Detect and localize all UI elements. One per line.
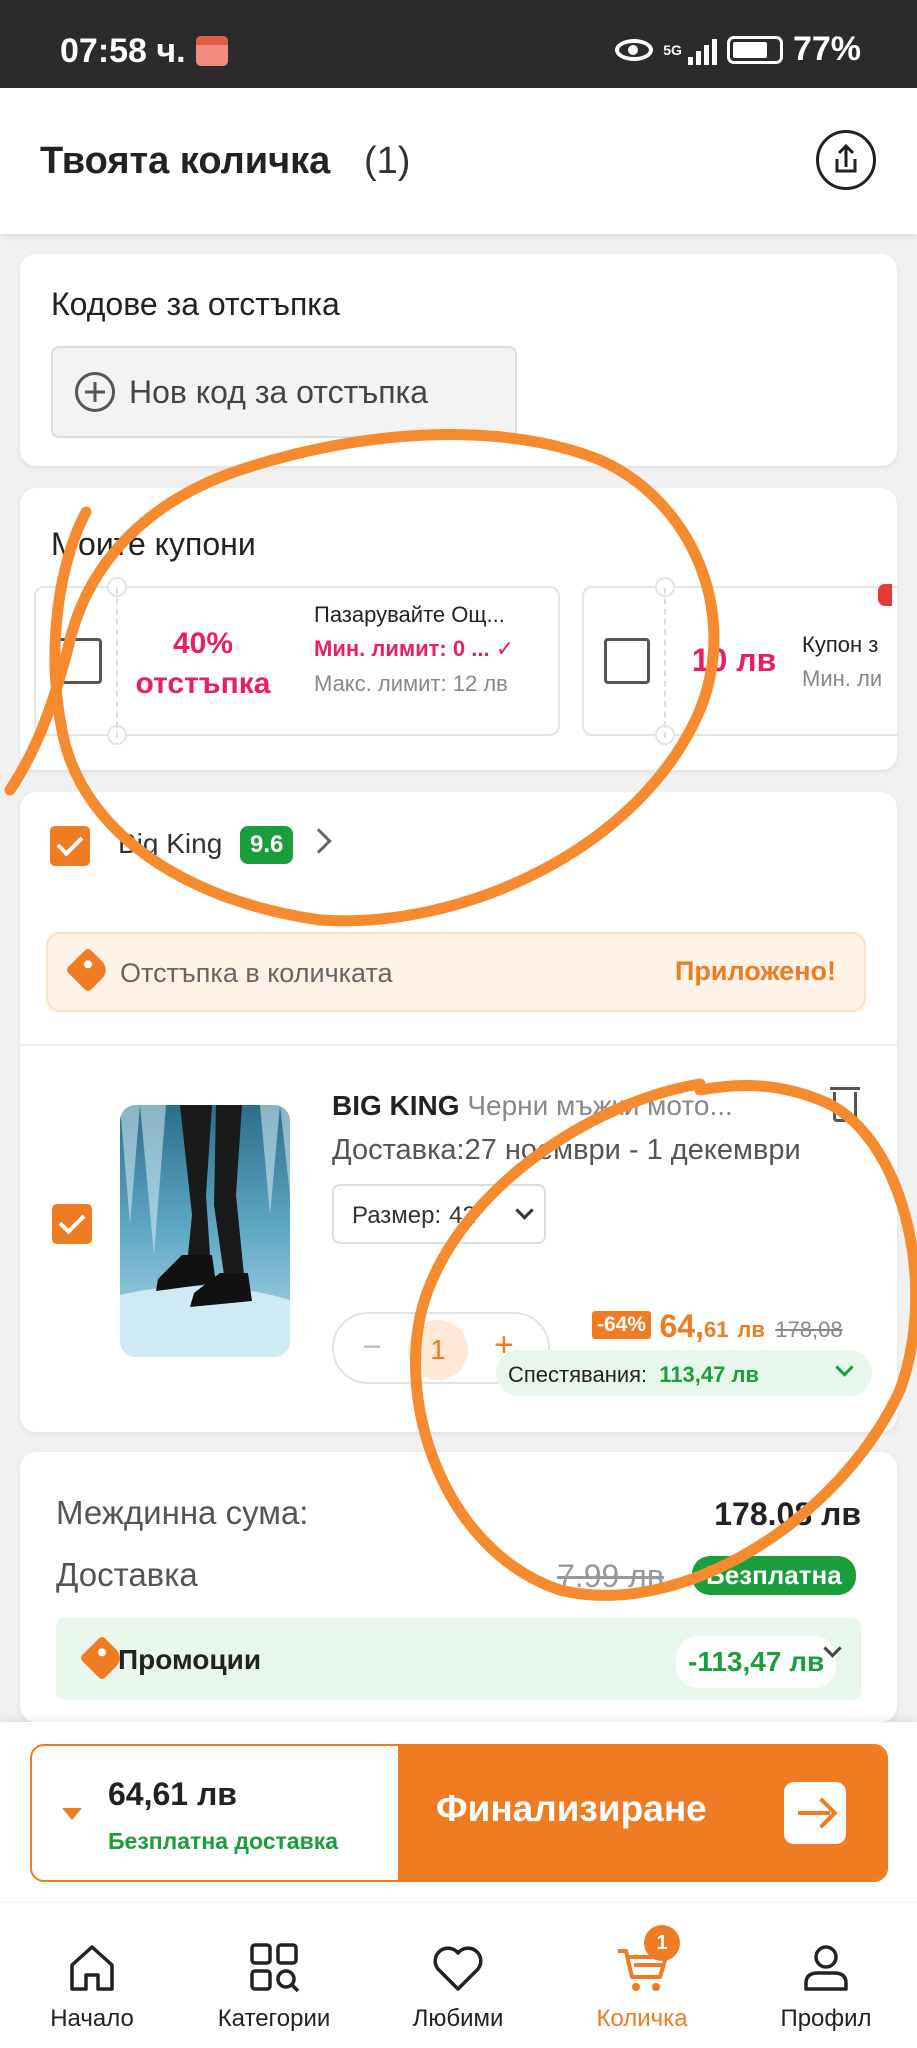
nav-label: Любими (412, 2005, 504, 2032)
nav-item-home[interactable]: Начало (2, 1937, 182, 2033)
my-coupons-card: Моите купони 40% отстъпка Пазарувайте Ощ… (20, 488, 897, 770)
free-delivery-badge: Безплатна (692, 1556, 856, 1595)
discount-codes-heading: Кодове за отстъпка (51, 286, 340, 322)
store-card: Big King 9.6 Отстъпка в количката Прилож… (20, 792, 897, 1432)
divider (20, 1044, 897, 1046)
quantity-discount-banner: Отстъпка в количката Приложено! (46, 932, 866, 1012)
order-summary-card: Междинна сума: 178.08 лв Доставка 7.99 л… (20, 1452, 897, 1722)
page-header: Твоята количка (1) (0, 88, 917, 234)
tag-icon (65, 947, 111, 993)
eye-icon (615, 38, 654, 61)
my-coupons-heading: Моите купони (51, 526, 256, 562)
promotions-value: -113,47 лв (676, 1636, 837, 1688)
profile-icon (804, 1945, 848, 1991)
nav-label: Профил (780, 2005, 872, 2032)
product-brand: BIG KING (332, 1090, 460, 1121)
cart-badge: 1 (644, 1925, 680, 1961)
bottom-nav: Начало Категории Любими 1 Количка Профил (0, 1902, 917, 2048)
chevron-down-icon (835, 1358, 854, 1377)
coupon-card[interactable]: 10 лв Купон з Мин. ли (582, 577, 897, 745)
cart-count: (1) (364, 140, 411, 182)
check-icon: ✓ (495, 636, 515, 661)
store-checkbox[interactable] (50, 826, 90, 866)
calendar-icon (196, 36, 228, 66)
coupon-min-limit: Мин. лимит: 0 ... ✓ (314, 636, 515, 661)
current-price: 64,61 лв (659, 1308, 765, 1344)
nav-item-cart[interactable]: 1 Количка (552, 1925, 732, 2033)
coupon-amount: 10 лв (691, 642, 777, 678)
coupon-card[interactable]: 40% отстъпка Пазарувайте Ощ... Мин. лими… (34, 577, 560, 745)
finalize-label: Финализиране (436, 1788, 707, 1829)
savings-value: 113,47 лв (659, 1362, 759, 1387)
savings-pill[interactable]: Спестявания: 113,47 лв (496, 1350, 872, 1396)
heart-icon (433, 1946, 483, 1991)
categories-icon (250, 1943, 300, 1993)
chevron-right-icon[interactable] (306, 828, 332, 854)
decrease-button[interactable]: − (362, 1328, 382, 1367)
coupon-amount: 40% отстъпка (135, 627, 271, 700)
coupon-title: Купон з (802, 632, 879, 657)
checkout-box: 64,61 лв Безплатна доставка Финализиране (30, 1744, 888, 1882)
nav-item-profile[interactable]: Профил (736, 1937, 916, 2033)
size-selector[interactable]: Размер: 42 (332, 1184, 546, 1244)
size-label: Размер: (352, 1202, 442, 1229)
store-name[interactable]: Big King (118, 828, 222, 860)
promotions-label: Промоции (118, 1644, 262, 1675)
nav-label: Начало (50, 2005, 134, 2032)
product-checkbox[interactable] (52, 1204, 92, 1244)
nav-label: Категории (217, 2005, 331, 2032)
discount-codes-card: Кодове за отстъпка Нов код за отстъпка (20, 254, 897, 466)
new-code-button[interactable]: Нов код за отстъпка (51, 346, 517, 438)
network-type: 5G (663, 41, 682, 58)
delete-icon[interactable] (830, 1087, 860, 1122)
signal-icon (687, 35, 717, 65)
new-code-label: Нов код за отстъпка (129, 373, 429, 410)
coupon-title: Пазарувайте Ощ... (314, 602, 505, 627)
old-price: 178,08 (775, 1317, 843, 1342)
nav-item-favorites[interactable]: Любими (368, 1937, 548, 2033)
coupon-checkbox[interactable] (604, 638, 650, 684)
subtotal-label: Междинна сума: (56, 1494, 309, 1531)
total-amount: 64,61 лв (108, 1776, 237, 1812)
plus-circle-icon (75, 372, 115, 412)
price-block: -64% 64,61 лв 178,08 (592, 1308, 843, 1345)
coupon-checkbox[interactable] (56, 638, 102, 684)
free-delivery-note: Безплатна доставка (108, 1828, 339, 1854)
arrow-right-icon (784, 1782, 846, 1844)
share-button[interactable] (816, 130, 876, 190)
total-toggle[interactable]: 64,61 лв Безплатна доставка (32, 1746, 398, 1880)
share-icon (835, 143, 857, 173)
store-score-badge: 9.6 (240, 826, 294, 864)
product-delivery: Доставка:27 ноември - 1 декември (332, 1134, 801, 1166)
nav-label: Количка (596, 2005, 688, 2032)
promotions-row[interactable]: Промоции -113,47 лв (56, 1618, 861, 1700)
status-icons: 5G 77% (615, 30, 861, 69)
coupon-min-limit: Мин. ли (802, 666, 883, 691)
page-title: Твоята количка (40, 140, 331, 182)
quantity-discount-label: Отстъпка в количката (120, 958, 393, 988)
finalize-button[interactable]: Финализиране (398, 1746, 886, 1880)
delivery-label: Доставка (56, 1556, 198, 1593)
discount-badge: -64% (592, 1311, 652, 1339)
checkout-bar: 64,61 лв Безплатна доставка Финализиране (0, 1722, 917, 1902)
chevron-down-icon (515, 1201, 534, 1220)
home-icon (70, 1945, 114, 1991)
quantity-discount-status: Приложено! (674, 956, 836, 986)
subtotal-value: 178.08 лв (714, 1496, 861, 1532)
battery-level: 77% (792, 30, 861, 68)
quantity-value[interactable]: 1 (408, 1320, 468, 1380)
delivery-old-price: 7.99 лв (557, 1558, 664, 1594)
product-image[interactable] (120, 1105, 290, 1357)
coupon-max-limit: Макс. лимит: 12 лв (314, 671, 508, 696)
status-time: 07:58 ч. (60, 32, 186, 70)
status-bar: 07:58 ч. 5G 77% (0, 0, 917, 88)
size-value: 42 (449, 1202, 476, 1229)
savings-label: Спестявания: (508, 1362, 648, 1387)
coupon-indicator (878, 584, 892, 606)
product-title[interactable]: BIG KING Черни мъжки мото... (332, 1090, 772, 1122)
caret-down-icon (62, 1808, 82, 1820)
product-name: Черни мъжки мото... (467, 1090, 733, 1121)
battery-icon (726, 35, 783, 64)
nav-item-categories[interactable]: Категории (184, 1937, 364, 2033)
